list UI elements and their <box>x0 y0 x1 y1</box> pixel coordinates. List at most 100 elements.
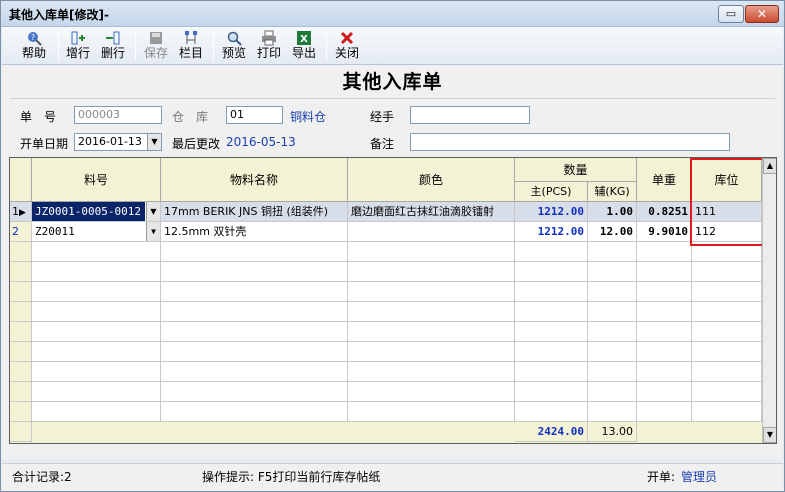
empty-cell[interactable] <box>588 282 637 302</box>
row-indicator-1[interactable]: 1▶ <box>10 202 32 222</box>
empty-cell[interactable] <box>515 402 588 422</box>
date-picker[interactable]: 2016-01-13 ▼ <box>74 133 162 151</box>
empty-cell[interactable] <box>348 402 515 422</box>
chevron-down-icon[interactable]: ▼ <box>147 134 161 150</box>
vertical-scrollbar[interactable]: ▲ ▼ <box>762 158 776 443</box>
row-indicator[interactable] <box>10 262 32 282</box>
empty-cell[interactable] <box>348 282 515 302</box>
empty-cell[interactable] <box>161 282 348 302</box>
empty-cell[interactable] <box>32 382 161 402</box>
empty-cell[interactable] <box>637 342 692 362</box>
empty-cell[interactable] <box>588 342 637 362</box>
empty-cell[interactable] <box>637 302 692 322</box>
empty-cell[interactable] <box>348 382 515 402</box>
row2-item-name-cell[interactable]: 12.5mm 双针壳 <box>161 222 348 242</box>
empty-cell[interactable] <box>348 262 515 282</box>
add-row-button[interactable]: 增行 <box>60 29 96 63</box>
empty-cell[interactable] <box>161 402 348 422</box>
empty-cell[interactable] <box>588 402 637 422</box>
empty-cell[interactable] <box>32 402 161 422</box>
empty-cell[interactable] <box>637 262 692 282</box>
empty-cell[interactable] <box>637 282 692 302</box>
row1-item-name-cell[interactable]: 17mm BERIK JNS 铜扭 (组装件) <box>161 202 348 222</box>
empty-cell[interactable] <box>32 282 161 302</box>
header-item-no[interactable]: 料号 <box>32 158 161 202</box>
empty-cell[interactable] <box>348 342 515 362</box>
empty-cell[interactable] <box>515 342 588 362</box>
row1-unit-weight-cell[interactable]: 0.8251 <box>637 202 692 222</box>
empty-cell[interactable] <box>32 322 161 342</box>
empty-cell[interactable] <box>588 322 637 342</box>
empty-cell[interactable] <box>161 302 348 322</box>
row1-item-no-cell[interactable]: JZ0001-0005-0012 ▼ <box>32 202 161 222</box>
row-indicator-2[interactable]: 2 <box>10 222 32 242</box>
row-indicator[interactable] <box>10 242 32 262</box>
empty-cell[interactable] <box>588 362 637 382</box>
row2-main-qty-cell[interactable]: 1212.00 <box>515 222 588 242</box>
close-button[interactable]: 关闭 <box>329 29 365 63</box>
empty-cell[interactable] <box>692 382 762 402</box>
header-color[interactable]: 颜色 <box>348 158 515 202</box>
doc-no-field[interactable]: 000003 <box>74 106 162 124</box>
empty-cell[interactable] <box>692 362 762 382</box>
empty-cell[interactable] <box>161 242 348 262</box>
empty-cell[interactable] <box>32 302 161 322</box>
warehouse-code-field[interactable]: 01 <box>226 106 283 124</box>
empty-cell[interactable] <box>692 322 762 342</box>
row2-item-no-cell[interactable]: Z20011 ▼ <box>32 222 161 242</box>
empty-cell[interactable] <box>32 242 161 262</box>
header-item-name[interactable]: 物料名称 <box>161 158 348 202</box>
empty-cell[interactable] <box>588 242 637 262</box>
empty-cell[interactable] <box>161 362 348 382</box>
row-indicator[interactable] <box>10 382 32 402</box>
row1-aux-qty-cell[interactable]: 1.00 <box>588 202 637 222</box>
row-indicator[interactable] <box>10 282 32 302</box>
chevron-down-icon[interactable]: ▼ <box>146 202 160 221</box>
empty-cell[interactable] <box>588 262 637 282</box>
empty-cell[interactable] <box>692 402 762 422</box>
save-button[interactable]: 保存 <box>138 29 174 63</box>
empty-cell[interactable] <box>515 382 588 402</box>
chevron-down-icon[interactable]: ▼ <box>146 222 160 241</box>
row-indicator[interactable] <box>10 322 32 342</box>
export-button[interactable]: X 导出 <box>286 29 322 63</box>
delete-row-button[interactable]: 删行 <box>95 29 131 63</box>
empty-cell[interactable] <box>161 342 348 362</box>
empty-cell[interactable] <box>515 302 588 322</box>
print-button[interactable]: 打印 <box>251 29 287 63</box>
empty-cell[interactable] <box>588 382 637 402</box>
empty-cell[interactable] <box>588 302 637 322</box>
empty-cell[interactable] <box>161 322 348 342</box>
empty-cell[interactable] <box>32 362 161 382</box>
empty-cell[interactable] <box>515 322 588 342</box>
empty-cell[interactable] <box>348 322 515 342</box>
header-aux-unit[interactable]: 辅(KG) <box>588 182 637 202</box>
empty-cell[interactable] <box>161 382 348 402</box>
restore-button[interactable]: ▭ <box>718 5 744 23</box>
empty-cell[interactable] <box>515 242 588 262</box>
header-main-unit[interactable]: 主(PCS) <box>515 182 588 202</box>
empty-cell[interactable] <box>348 362 515 382</box>
handler-field[interactable] <box>410 106 530 124</box>
empty-cell[interactable] <box>692 302 762 322</box>
help-button[interactable]: ? 帮助 <box>16 29 52 63</box>
scroll-up-icon[interactable]: ▲ <box>763 158 776 174</box>
row1-color-cell[interactable]: 磨边磨面红古抹红油滴胶镭射 <box>348 202 515 222</box>
empty-cell[interactable] <box>637 242 692 262</box>
empty-cell[interactable] <box>692 262 762 282</box>
preview-button[interactable]: 预览 <box>216 29 252 63</box>
empty-cell[interactable] <box>32 262 161 282</box>
empty-cell[interactable] <box>692 282 762 302</box>
empty-cell[interactable] <box>637 362 692 382</box>
empty-cell[interactable] <box>515 282 588 302</box>
row2-unit-weight-cell[interactable]: 9.9010 <box>637 222 692 242</box>
empty-cell[interactable] <box>515 362 588 382</box>
empty-cell[interactable] <box>161 262 348 282</box>
row-indicator[interactable] <box>10 342 32 362</box>
empty-cell[interactable] <box>32 342 161 362</box>
row2-color-cell[interactable] <box>348 222 515 242</box>
row-indicator[interactable] <box>10 302 32 322</box>
scroll-down-icon[interactable]: ▼ <box>763 427 776 443</box>
row2-aux-qty-cell[interactable]: 12.00 <box>588 222 637 242</box>
row1-main-qty-cell[interactable]: 1212.00 <box>515 202 588 222</box>
